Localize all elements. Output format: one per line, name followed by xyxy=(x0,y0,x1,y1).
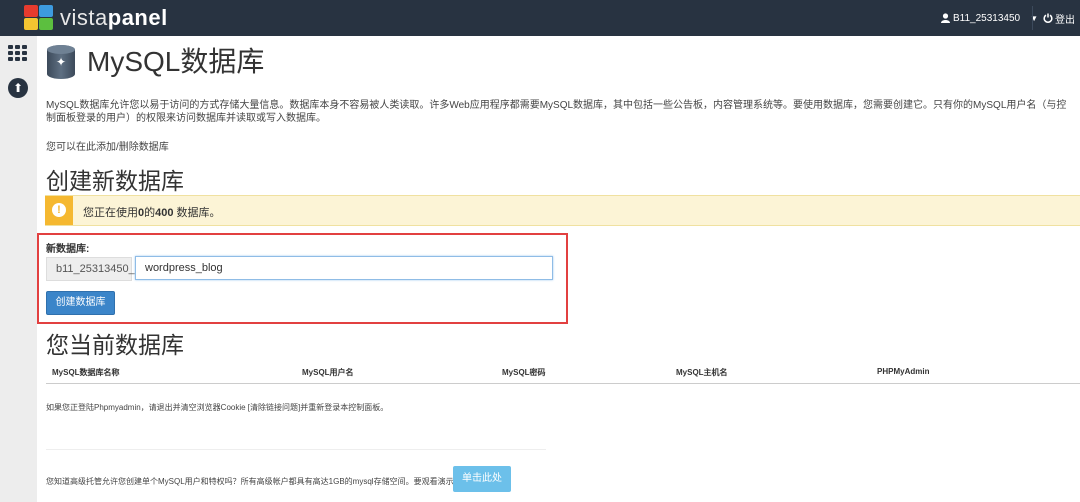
vistapanel-logo[interactable]: vistapanel xyxy=(24,4,168,32)
logout-button[interactable]: 登出 xyxy=(1043,0,1075,36)
manage-text: 您可以在此添加/删除数据库 xyxy=(46,142,169,153)
create-db-button[interactable]: 创建数据库 xyxy=(46,291,115,315)
divider xyxy=(46,449,546,450)
col-password: MySQL密码 xyxy=(502,368,546,377)
create-heading: 创建新数据库 xyxy=(46,168,184,194)
logout-label: 登出 xyxy=(1055,14,1075,26)
db-table-header: MySQL数据库名称 MySQL用户名 MySQL密码 MySQL主机名 PHP… xyxy=(46,361,1080,384)
user-icon xyxy=(941,13,950,23)
power-icon xyxy=(1043,13,1053,23)
current-heading: 您当前数据库 xyxy=(46,332,184,358)
intro-text: MySQL数据库允许您以易于访问的方式存储大量信息。数据库本身不容易被人类读取。… xyxy=(46,100,1067,124)
phpmyadmin-help: 如果您正登陆Phpmyadmin，请退出并清空浏览器Cookie [清除链接问题… xyxy=(46,403,389,412)
usage-notice: ! 您正在使用0的400 数据库。 xyxy=(45,195,1080,226)
col-hostname: MySQL主机名 xyxy=(676,368,728,377)
user-menu[interactable]: B11_25313450 ▼ xyxy=(941,0,1038,36)
upload-icon[interactable]: ⬆ xyxy=(8,78,28,98)
upsell-text: 您知道高级托管允许您创建单个MySQL用户和特权吗？所有高级帐户都具有高达1GB… xyxy=(46,477,462,486)
new-db-label: 新数据库: xyxy=(46,244,90,255)
logo-icon xyxy=(24,5,54,31)
grid-icon[interactable] xyxy=(8,45,28,61)
usage-text: 您正在使用0的400 数据库。 xyxy=(83,207,221,219)
top-navbar: vistapanel B11_25313450 ▼ 登出 xyxy=(0,0,1080,36)
exclamation-icon: ! xyxy=(52,203,66,217)
database-icon: ✦ xyxy=(47,45,75,79)
header-divider xyxy=(1032,6,1033,30)
col-phpmyadmin: PHPMyAdmin xyxy=(877,367,930,376)
page-title: MySQL数据库 xyxy=(87,46,265,77)
col-username: MySQL用户名 xyxy=(302,368,354,377)
main-content: ✦ MySQL数据库 MySQL数据库允许您以易于访问的方式存储大量信息。数据库… xyxy=(37,36,1080,502)
total-count: 400 xyxy=(155,207,174,219)
notice-icon-box: ! xyxy=(45,196,73,225)
left-sidebar: ⬆ xyxy=(0,36,38,502)
col-db-name: MySQL数据库名称 xyxy=(52,368,120,377)
brand-name: vistapanel xyxy=(60,5,168,30)
click-here-button[interactable]: 单击此处 xyxy=(453,466,511,492)
db-prefix: b11_25313450_ xyxy=(46,257,135,281)
username-label: B11_25313450 xyxy=(953,12,1021,24)
db-name-input[interactable] xyxy=(135,256,553,280)
